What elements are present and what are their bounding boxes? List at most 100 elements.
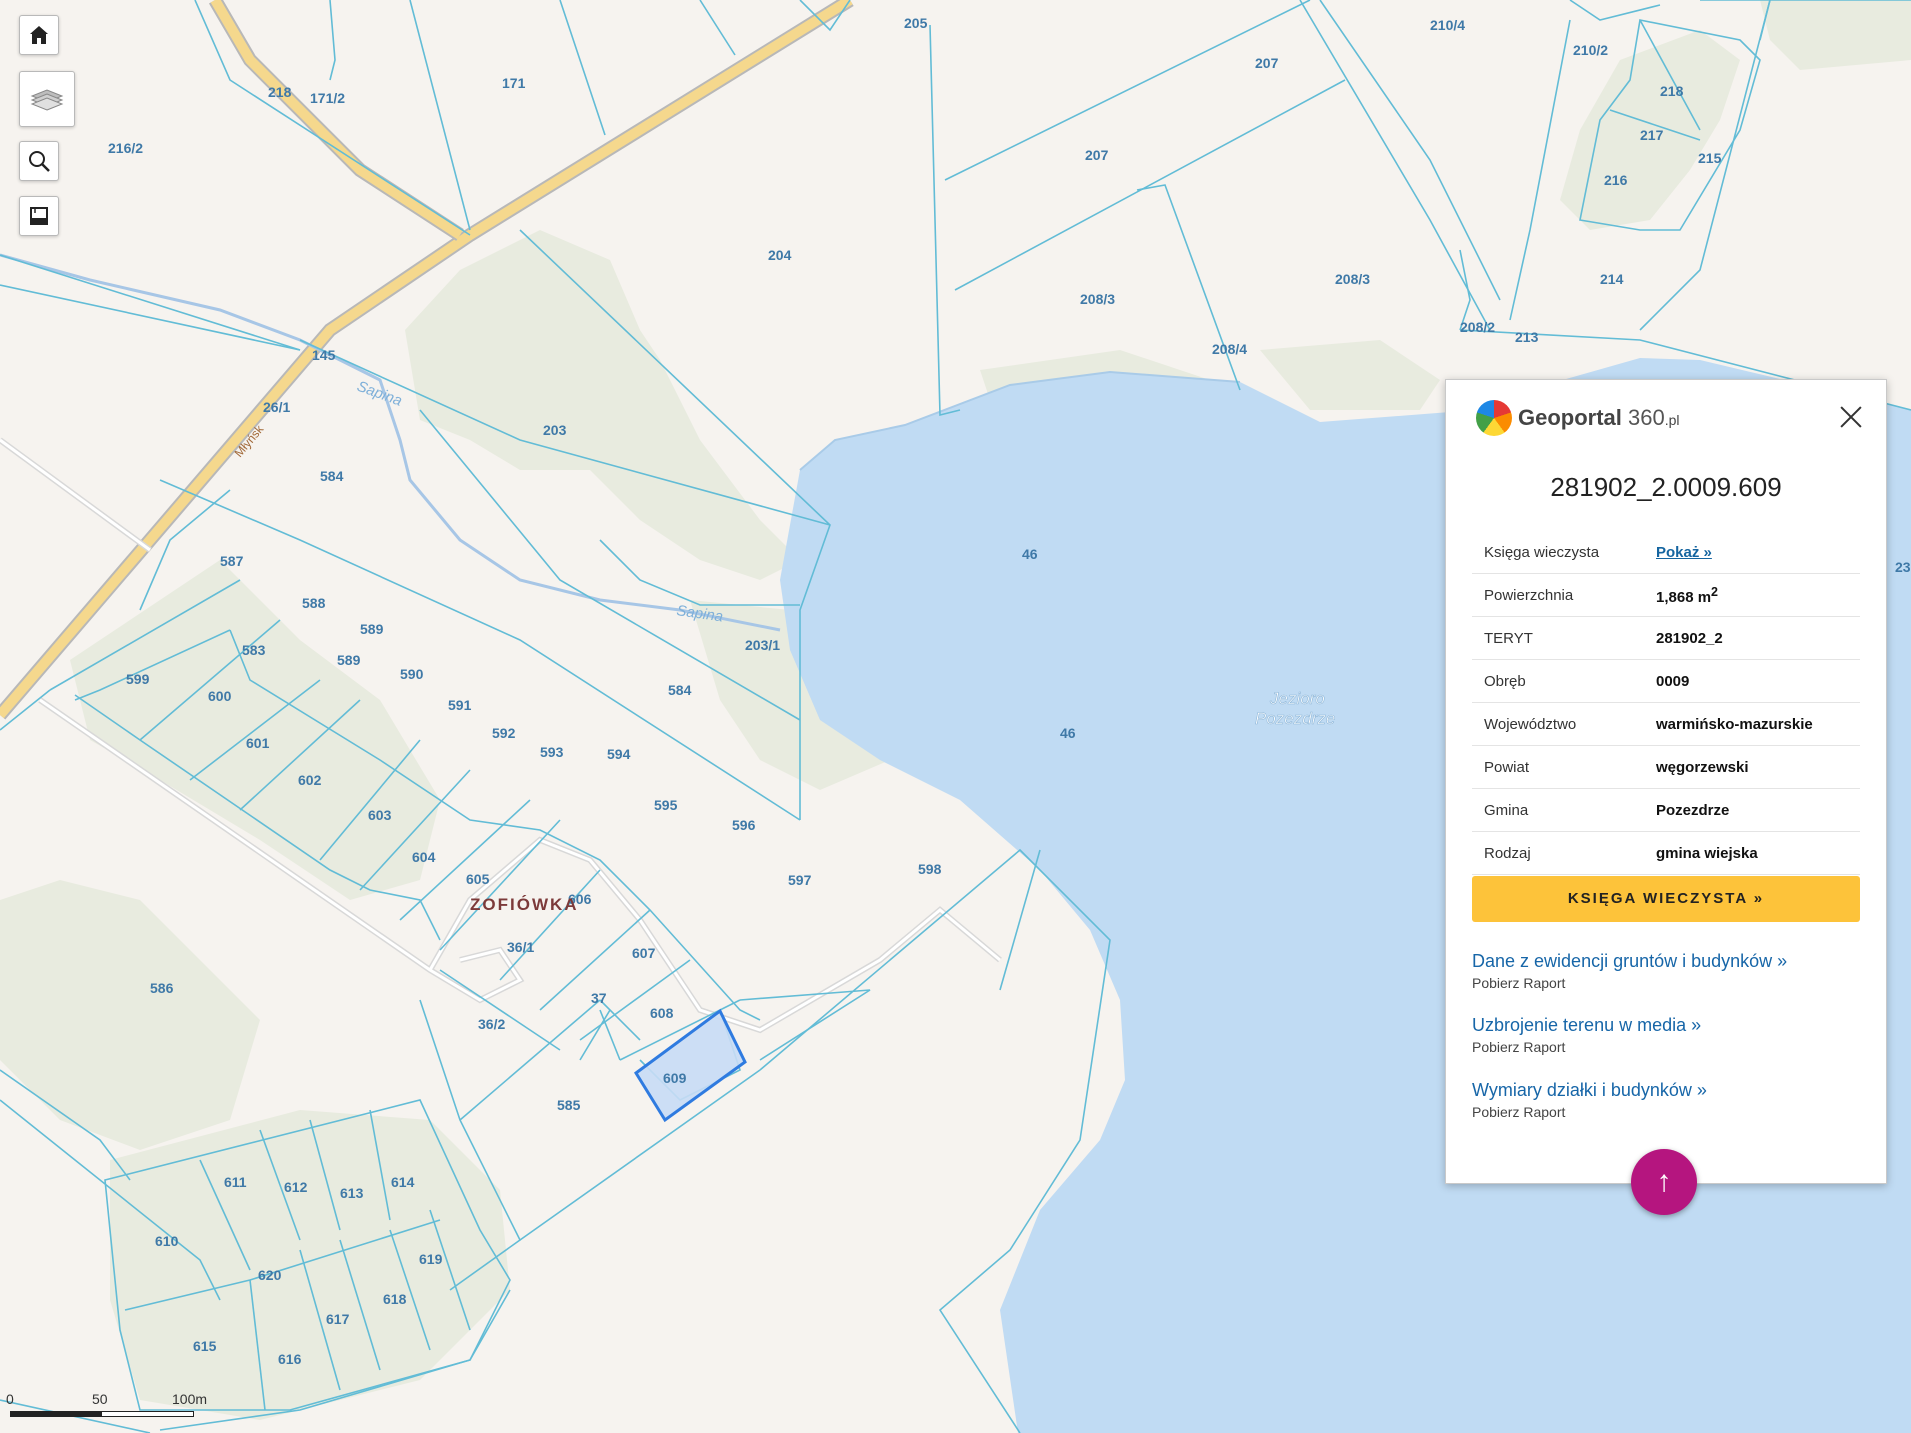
home-button[interactable] bbox=[19, 15, 59, 55]
parcel-label: 589 bbox=[337, 652, 361, 668]
measure-button[interactable] bbox=[19, 196, 59, 236]
detail-key: Powiat bbox=[1472, 745, 1655, 789]
parcel-label: 601 bbox=[246, 735, 270, 751]
parcel-label: 36/1 bbox=[507, 939, 534, 955]
geoportal-logo: Geoportal 360.pl bbox=[1476, 398, 1680, 438]
parcel-label: 598 bbox=[918, 861, 942, 877]
show-land-register-link[interactable]: Pokaż » bbox=[1656, 544, 1712, 561]
parcel-label: 618 bbox=[383, 1291, 407, 1307]
parcel-label: 23 bbox=[1895, 559, 1911, 575]
parcel-label: 208/3 bbox=[1080, 291, 1115, 307]
parcel-label: 607 bbox=[632, 945, 656, 961]
close-icon[interactable] bbox=[1836, 402, 1866, 432]
parcel-label: 217 bbox=[1640, 127, 1664, 143]
parcel-label: 208/2 bbox=[1460, 319, 1495, 335]
detail-key: Gmina bbox=[1472, 788, 1655, 832]
parcel-label: 617 bbox=[326, 1311, 350, 1327]
parcel-label: 216/2 bbox=[108, 140, 143, 156]
detail-value-text: warmińsko-mazurskie bbox=[1656, 715, 1813, 733]
detail-value: 1,868 m2 bbox=[1655, 573, 1860, 617]
detail-row: Księga wieczysta Pokaż » bbox=[1472, 531, 1860, 574]
scroll-up-button[interactable]: ↑ bbox=[1631, 1149, 1697, 1215]
arrow-up-icon: ↑ bbox=[1656, 1165, 1672, 1198]
lake-label-1: Jezioro bbox=[1269, 689, 1325, 708]
link-parcel-dimensions[interactable]: Wymiary działki i budynków » bbox=[1472, 1080, 1707, 1101]
parcel-label: 620 bbox=[258, 1267, 282, 1283]
parcel-label: 602 bbox=[298, 772, 322, 788]
parcel-label: 36/2 bbox=[478, 1016, 505, 1032]
parcel-label: 203 bbox=[543, 422, 567, 438]
link-land-registry-data[interactable]: Dane z ewidencji gruntów i budynków » bbox=[1472, 951, 1787, 972]
home-icon bbox=[30, 26, 48, 44]
detail-value: gmina wiejska bbox=[1655, 831, 1860, 875]
detail-value: warmińsko-mazurskie bbox=[1655, 702, 1860, 746]
parcel-label: 171/2 bbox=[310, 90, 345, 106]
detail-value-text: 0009 bbox=[1656, 672, 1690, 690]
parcel-label: 594 bbox=[607, 746, 631, 762]
parcel-label: 584 bbox=[320, 468, 344, 484]
detail-row: Województwo warmińsko-mazurskie bbox=[1472, 702, 1860, 746]
link-utilities[interactable]: Uzbrojenie terenu w media » bbox=[1472, 1015, 1701, 1036]
parcel-label: 616 bbox=[278, 1351, 302, 1367]
download-report-link-3[interactable]: Pobierz Raport bbox=[1472, 1104, 1565, 1120]
logo-brand-number: 360 bbox=[1628, 405, 1665, 430]
parcel-label: 609 bbox=[663, 1070, 687, 1086]
scale-bar-segment-2 bbox=[101, 1411, 194, 1417]
parcel-label: 613 bbox=[340, 1185, 364, 1201]
parcel-label: 584 bbox=[668, 682, 692, 698]
parcel-id: 281902_2.0009.609 bbox=[1550, 472, 1782, 502]
parcel-label: 207 bbox=[1255, 55, 1279, 71]
parcel-label: 204 bbox=[768, 247, 792, 263]
parcel-label: 208/4 bbox=[1212, 341, 1247, 357]
detail-value-text: 281902_2 bbox=[1656, 629, 1723, 647]
parcel-label: 590 bbox=[400, 666, 424, 682]
parcel-label: 604 bbox=[412, 849, 436, 865]
download-report-link-2[interactable]: Pobierz Raport bbox=[1472, 1039, 1565, 1055]
parcel-label: 611 bbox=[224, 1174, 247, 1190]
lake-label-2: Pozezdrze bbox=[1255, 709, 1335, 728]
parcel-label: 210/2 bbox=[1573, 42, 1608, 58]
layers-button[interactable] bbox=[19, 71, 75, 127]
parcel-label: 46 bbox=[1060, 725, 1076, 741]
place-label: ZOFIÓWKA bbox=[470, 895, 579, 914]
detail-key: Rodzaj bbox=[1472, 831, 1655, 875]
scale-label-0: 0 bbox=[6, 1391, 14, 1407]
download-report-link-1[interactable]: Pobierz Raport bbox=[1472, 975, 1565, 991]
parcel-label: 215 bbox=[1698, 150, 1722, 166]
detail-value-sup: 2 bbox=[1711, 584, 1718, 599]
land-register-button[interactable]: KSIĘGA WIECZYSTA » bbox=[1472, 876, 1860, 922]
logo-brand: Geoportal bbox=[1518, 405, 1622, 430]
parcel-label: 619 bbox=[419, 1251, 443, 1267]
logo-brand-tld: .pl bbox=[1664, 412, 1680, 428]
search-icon bbox=[29, 151, 50, 172]
parcel-label: 603 bbox=[368, 807, 392, 823]
parcel-label: 37 bbox=[591, 990, 607, 1006]
parcel-label: 589 bbox=[360, 621, 384, 637]
detail-value-link[interactable]: Pokaż » bbox=[1655, 531, 1860, 574]
scale-label-100: 100m bbox=[172, 1391, 208, 1407]
parcel-label: 205 bbox=[904, 15, 928, 31]
parcel-label: 203/1 bbox=[745, 637, 780, 653]
detail-value: węgorzewski bbox=[1655, 745, 1860, 789]
scale-bar-segment-1 bbox=[10, 1411, 102, 1417]
parcel-label: 600 bbox=[208, 688, 232, 704]
parcel-label: 588 bbox=[302, 595, 326, 611]
parcel-label: 218 bbox=[1660, 83, 1684, 99]
parcel-label: 210/4 bbox=[1430, 17, 1465, 33]
parcel-label: 26/1 bbox=[263, 399, 290, 415]
parcel-label: 586 bbox=[150, 980, 174, 996]
detail-row: Gmina Pozezdrze bbox=[1472, 788, 1860, 832]
ruler-icon bbox=[30, 207, 48, 225]
parcel-label: 605 bbox=[466, 871, 490, 887]
parcel-label: 615 bbox=[193, 1338, 217, 1354]
parcel-info-panel: Geoportal 360.pl 281902_2.0009.609 Księg… bbox=[1445, 379, 1887, 1184]
parcel-label: 145 bbox=[312, 347, 336, 363]
detail-row: Obręb 0009 bbox=[1472, 659, 1860, 703]
parcel-label: 208/3 bbox=[1335, 271, 1370, 287]
scale-bar: 0 50 100m bbox=[6, 1391, 207, 1421]
detail-key: Obręb bbox=[1472, 659, 1655, 703]
detail-key: TERYT bbox=[1472, 616, 1655, 660]
parcel-label: 218 bbox=[268, 84, 292, 100]
detail-value: Pozezdrze bbox=[1655, 788, 1860, 832]
search-button[interactable] bbox=[19, 141, 59, 181]
